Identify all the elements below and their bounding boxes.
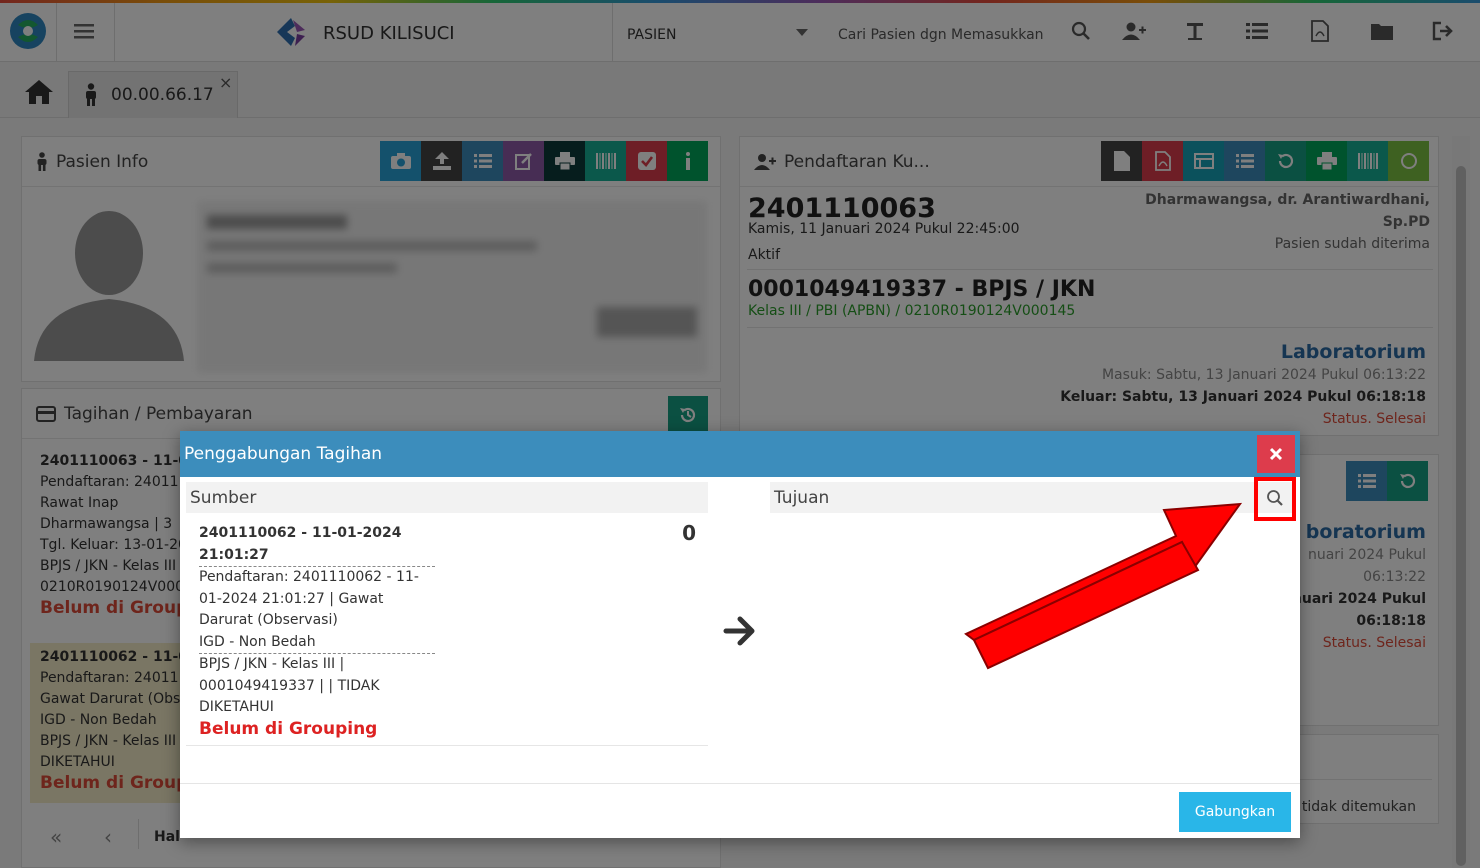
source-bill-amount: 0 xyxy=(682,521,696,545)
source-bill-item[interactable]: 2401110062 - 11-01-2024 21:01:27 Pendaft… xyxy=(186,517,708,746)
annotation-arrow xyxy=(964,502,1243,670)
highlight-box xyxy=(1254,477,1296,521)
dialog-header: Penggabungan Tagihan xyxy=(180,431,1300,477)
source-bill-time: 21:01:27 xyxy=(199,546,269,563)
source-label: Sumber xyxy=(190,487,257,508)
source-bill-text: BPJS / JKN - Kelas III | xyxy=(199,656,345,672)
source-bill-title: 2401110062 - 11-01-2024 xyxy=(199,525,402,541)
arrow-right-icon xyxy=(723,614,757,648)
close-icon xyxy=(1269,447,1283,461)
source-bill-text: Darurat (Observasi) xyxy=(199,612,338,628)
source-bill-status: Belum di Grouping xyxy=(199,718,378,739)
source-bill-text: Pendaftaran: 2401110062 - 11- xyxy=(199,569,419,585)
source-bill-text: DIKETAHUI xyxy=(199,699,274,715)
source-bill-text: 01-2024 21:01:27 | Gawat xyxy=(199,590,384,607)
dialog-close-button[interactable] xyxy=(1257,435,1295,473)
target-label: Tujuan xyxy=(774,487,830,508)
source-column-header: Sumber xyxy=(186,482,708,513)
merge-button[interactable]: Gabungkan xyxy=(1179,792,1291,832)
dialog-title: Penggabungan Tagihan xyxy=(184,444,383,464)
source-bill-text: 0001049419337 | | TIDAK xyxy=(199,677,380,694)
source-bill-text: IGD - Non Bedah xyxy=(199,633,316,650)
